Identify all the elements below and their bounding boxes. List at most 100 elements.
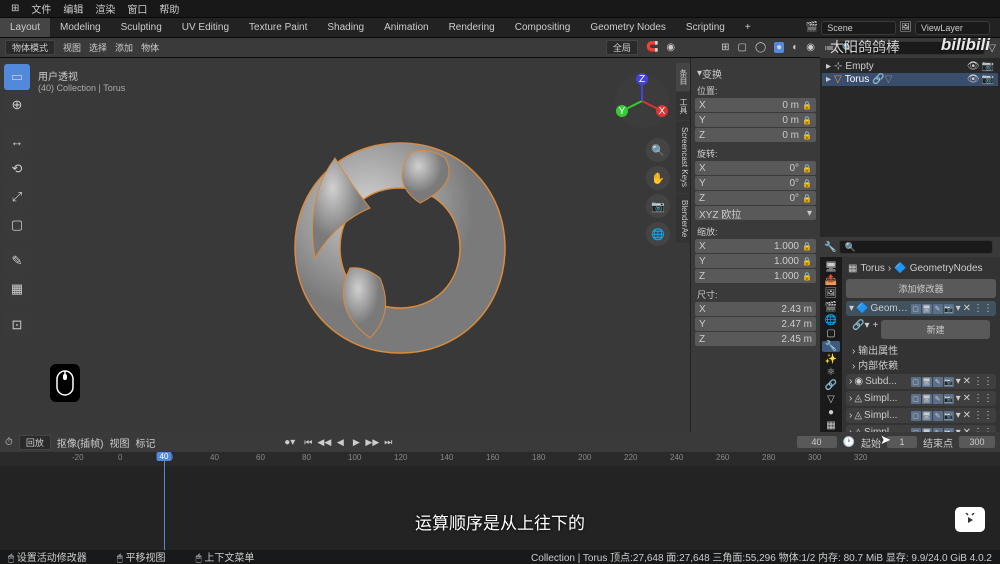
start-frame[interactable]: 1 <box>887 436 917 448</box>
ntab-item[interactable]: 条目 <box>676 63 690 91</box>
menu-render[interactable]: 渲染 <box>89 1 121 16</box>
tl-marker[interactable]: 标记 <box>136 435 156 450</box>
xray-icon[interactable]: ▢ <box>738 42 747 53</box>
current-frame[interactable]: 40 <box>797 436 837 448</box>
breadcrumb[interactable]: ▦Torus›🔷GeometryNodes <box>846 261 996 276</box>
mod-simpl3[interactable]: ›◬Simpl...▢🖥✎📷▾✕⋮⋮ <box>846 425 996 432</box>
ptab-view[interactable]: 🖼 <box>822 288 840 299</box>
tool-scale[interactable]: ⤢ <box>4 184 30 210</box>
loc-z[interactable]: Z0 m🔒 <box>695 128 816 142</box>
rot-y[interactable]: Y0°🔒 <box>695 176 816 190</box>
tl-icon[interactable]: ⏱ <box>5 437 13 448</box>
shade-rendered-icon[interactable]: ◉ <box>806 42 815 53</box>
ptab-texture[interactable]: ▦ <box>822 420 840 431</box>
overlay-icon[interactable]: ⊞ <box>721 42 729 53</box>
mode-dropdown[interactable]: 物体模式 <box>5 40 55 55</box>
ptab-scene[interactable]: 🎬 <box>822 301 840 312</box>
playback-dropdown[interactable]: 回放 <box>19 435 51 450</box>
output-attrs[interactable]: › 输出属性 <box>852 342 990 357</box>
orientation-dropdown[interactable]: 全局 <box>606 40 638 55</box>
menu-window[interactable]: 窗口 <box>121 1 153 16</box>
shade-material-icon[interactable]: ◐ <box>792 42 798 53</box>
ws-add[interactable]: + <box>735 18 761 37</box>
timeline-body[interactable]: 40 <box>0 466 1000 550</box>
play-rev-icon[interactable]: ◀ <box>333 435 347 449</box>
menu-edit[interactable]: 编辑 <box>57 1 89 16</box>
hdr-view[interactable]: 视图 <box>63 41 81 54</box>
nav-gizmo[interactable]: X Y Z <box>614 73 670 129</box>
ws-shading[interactable]: Shading <box>317 18 374 37</box>
clock-icon[interactable]: 🕐 <box>843 437 855 448</box>
blender-logo[interactable]: ⊞ <box>5 3 25 14</box>
tool-annotate[interactable]: ✎ <box>4 248 30 274</box>
ptab-material[interactable]: ● <box>822 407 840 418</box>
scale-y[interactable]: Y1.000🔒 <box>695 254 816 268</box>
internal-deps[interactable]: › 内部依赖 <box>852 357 990 372</box>
outliner-torus[interactable]: ▸▽Torus 🔗▽ 👁📷 <box>822 73 998 86</box>
menu-file[interactable]: 文件 <box>25 1 57 16</box>
ws-scripting[interactable]: Scripting <box>676 18 735 37</box>
prev-key-icon[interactable]: ◀◀ <box>317 435 331 449</box>
hdr-select[interactable]: 选择 <box>89 41 107 54</box>
tool-measure[interactable]: ▦ <box>4 276 30 302</box>
ws-geonodes[interactable]: Geometry Nodes <box>580 18 676 37</box>
props-search[interactable] <box>839 240 993 254</box>
tool-transform[interactable]: ▢ <box>4 212 30 238</box>
tool-cursor[interactable]: ⊕ <box>4 92 30 118</box>
ptab-data[interactable]: ▽ <box>822 394 840 405</box>
ptab-world[interactable]: 🌐 <box>822 315 840 326</box>
ws-layout[interactable]: Layout <box>0 18 50 37</box>
mod-simpl1[interactable]: ›◬Simpl...▢🖥✎📷▾✕⋮⋮ <box>846 391 996 406</box>
ptab-particles[interactable]: ✨ <box>822 354 840 365</box>
add-modifier-button[interactable]: 添加修改器 <box>846 279 996 298</box>
ntab-blenderae[interactable]: BlenderAe <box>676 194 690 243</box>
scale-x[interactable]: X1.000🔒 <box>695 239 816 253</box>
ptab-output[interactable]: 📤 <box>822 275 840 286</box>
end-frame[interactable]: 300 <box>959 436 995 448</box>
ntab-tool[interactable]: 工具 <box>676 92 690 120</box>
loc-y[interactable]: Y0 m🔒 <box>695 113 816 127</box>
ws-rendering[interactable]: Rendering <box>439 18 505 37</box>
transform-header[interactable]: ▾ 变换 <box>695 64 816 83</box>
autokey-icon[interactable]: ●▾ <box>284 437 295 448</box>
ptab-physics[interactable]: ⚛ <box>822 367 840 378</box>
eye-icon[interactable]: 👁 <box>967 74 980 85</box>
hdr-object[interactable]: 物体 <box>141 41 159 54</box>
mod-subd[interactable]: ›◉Subd...▢🖥✎📷▾✕⋮⋮ <box>846 374 996 389</box>
scene-name-input[interactable] <box>821 21 896 35</box>
loc-x[interactable]: X0 m🔒 <box>695 98 816 112</box>
rot-z[interactable]: Z0°🔒 <box>695 191 816 205</box>
rot-x[interactable]: X0°🔒 <box>695 161 816 175</box>
ptab-modifier[interactable]: 🔧 <box>822 341 840 352</box>
dim-z[interactable]: Z2.45 m <box>695 332 816 346</box>
viewport-3d[interactable]: 用户透视 (40) Collection | Torus ▭ ⊕ ↔ ⟲ ⤢ ▢… <box>0 58 820 432</box>
ptab-object[interactable]: ▢ <box>822 328 840 339</box>
tool-select[interactable]: ▭ <box>4 64 30 90</box>
tool-addcube[interactable]: ⊡ <box>4 312 30 338</box>
ws-sculpting[interactable]: Sculpting <box>111 18 172 37</box>
ws-compositing[interactable]: Compositing <box>505 18 581 37</box>
shade-solid-icon[interactable]: ● <box>774 42 784 53</box>
tl-view[interactable]: 视图 <box>110 435 130 450</box>
ntab-screencast[interactable]: Screencast Keys <box>676 121 690 193</box>
dim-x[interactable]: X2.43 m <box>695 302 816 316</box>
render-icon[interactable]: 📷 <box>982 61 994 72</box>
ws-texture[interactable]: Texture Paint <box>239 18 317 37</box>
ws-animation[interactable]: Animation <box>374 18 438 37</box>
camera-icon[interactable]: 📷 <box>646 194 670 218</box>
proportional-icon[interactable]: ◉ <box>666 42 675 53</box>
bilibili-play-icon[interactable] <box>955 507 985 532</box>
eye-icon[interactable]: 👁 <box>967 61 980 72</box>
ws-modeling[interactable]: Modeling <box>50 18 111 37</box>
hdr-add[interactable]: 添加 <box>115 41 133 54</box>
timeline-scale[interactable]: -200204060801001201401601802002202402602… <box>0 452 1000 466</box>
tool-rotate[interactable]: ⟲ <box>4 156 30 182</box>
persp-icon[interactable]: 🌐 <box>646 222 670 246</box>
new-button[interactable]: 新建 <box>881 320 990 339</box>
rot-mode[interactable]: XYZ 欧拉▾ <box>695 206 816 220</box>
scale-z[interactable]: Z1.000🔒 <box>695 269 816 283</box>
snap-icon[interactable]: 🧲 <box>646 42 658 53</box>
jump-start-icon[interactable]: ⏮ <box>301 435 315 449</box>
zoom-icon[interactable]: 🔍 <box>646 138 670 162</box>
ptab-render[interactable]: 🖥 <box>822 262 840 273</box>
